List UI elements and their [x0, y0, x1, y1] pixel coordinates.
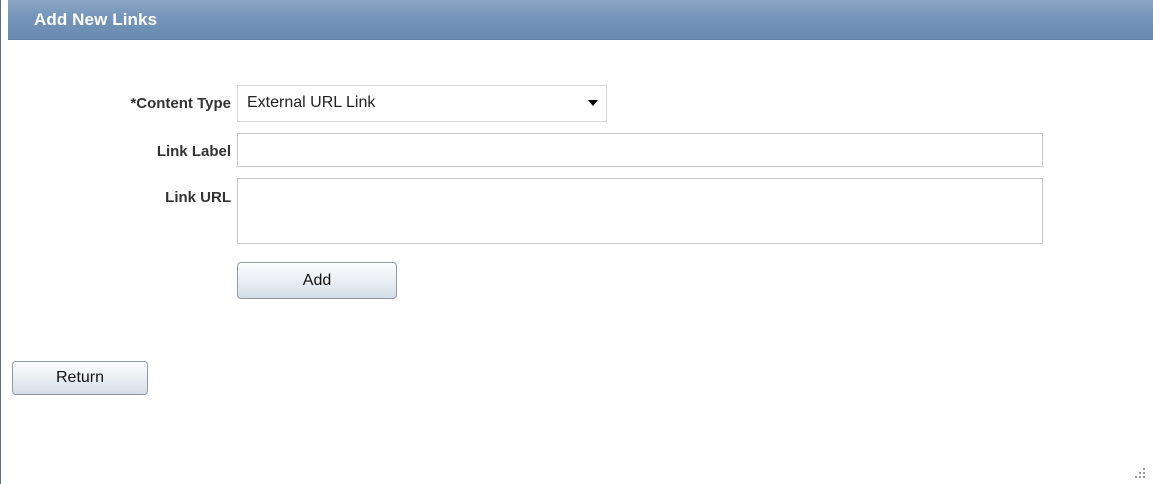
link-url-label: Link URL: [165, 189, 231, 206]
content-type-selected-value: External URL Link: [247, 94, 376, 111]
add-new-links-page: Add New Links *Content Type External URL…: [0, 0, 1153, 484]
link-url-textarea[interactable]: [237, 178, 1043, 244]
return-button[interactable]: Return: [12, 361, 148, 395]
resize-grip-icon[interactable]: [1135, 468, 1145, 478]
content-type-label: *Content Type: [130, 95, 231, 112]
chevron-down-icon: [588, 100, 598, 106]
add-button[interactable]: Add: [237, 262, 397, 299]
return-button-label: Return: [55, 369, 105, 386]
content-type-select[interactable]: External URL Link: [237, 85, 607, 122]
page-header: Add New Links: [8, 0, 1153, 40]
link-label-label: Link Label: [156, 143, 231, 160]
page-title: Add New Links: [34, 10, 158, 29]
add-button-label: Add: [302, 272, 332, 289]
link-label-input[interactable]: [237, 133, 1043, 167]
